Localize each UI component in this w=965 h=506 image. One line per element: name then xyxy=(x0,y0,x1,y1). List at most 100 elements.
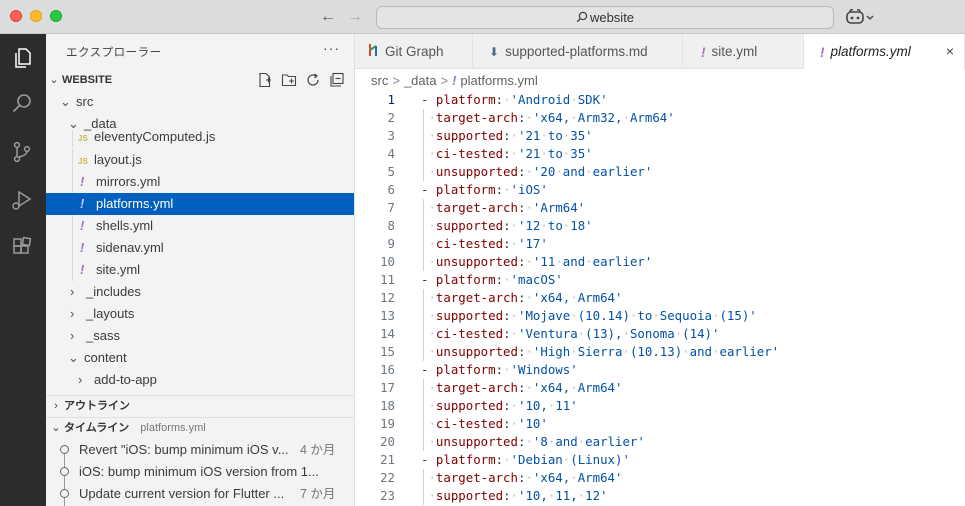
close-icon[interactable]: × xyxy=(946,34,954,69)
outline-section-header[interactable]: › アウトライン xyxy=(46,395,354,417)
tab-git-graph[interactable]: Git Graph xyxy=(355,34,473,69)
chevron-down-icon: ⌄ xyxy=(60,94,71,109)
tree-folder-includes[interactable]: › _includes xyxy=(46,281,354,303)
explorer-icon[interactable] xyxy=(8,44,36,72)
whitespace-marker: · xyxy=(421,218,436,233)
tree-file-eleventycomputed[interactable]: JS eleventyComputed.js xyxy=(46,130,354,147)
whitespace-marker: · xyxy=(503,92,511,107)
timeline-entry[interactable]: iOS: bump minimum iOS version from 1... xyxy=(46,461,354,483)
whitespace-marker: · xyxy=(421,470,436,485)
whitespace-marker: · xyxy=(622,110,630,125)
whitespace-marker: · xyxy=(570,380,578,395)
whitespace-marker: · xyxy=(525,254,533,269)
line-number: 5 xyxy=(387,164,395,179)
editor-tab-bar: Git Graph ⬇ supported-platforms.md ! site.… xyxy=(355,34,965,70)
whitespace-marker: · xyxy=(570,470,578,485)
timeline-time: 4 か月 xyxy=(300,443,336,457)
yaml-colon: : xyxy=(503,236,511,251)
code-editor[interactable]: 1 - platform:·'Android·SDK' 2 ·target-arch… xyxy=(355,90,965,506)
whitespace-marker: · xyxy=(503,362,511,377)
whitespace-marker: · xyxy=(682,344,690,359)
new-folder-icon[interactable] xyxy=(281,72,297,88)
tab-site-yml[interactable]: ! site.yml xyxy=(683,34,804,69)
tree-item-label: src xyxy=(76,94,94,109)
tree-folder-sass[interactable]: › _sass xyxy=(46,325,354,347)
tree-item-label: _layouts xyxy=(86,306,135,321)
command-center-search[interactable]: website xyxy=(376,6,834,29)
timeline-section-header[interactable]: ⌄ タイムライン platforms.yml xyxy=(46,417,354,439)
code-line: 2 ·target-arch:·'x64,·Arm32,·Arm64' xyxy=(355,109,965,127)
line-number: 9 xyxy=(387,236,395,251)
timeline-entry[interactable]: Update current version for Flutter ... 7… xyxy=(46,483,354,505)
tree-file-platforms[interactable]: ! platforms.yml xyxy=(46,193,354,215)
whitespace-marker: · xyxy=(547,434,556,449)
breadcrumb-item[interactable]: _data xyxy=(404,73,437,88)
source-control-icon[interactable] xyxy=(8,138,36,166)
code-line: 7 ·target-arch:·'Arm64' xyxy=(355,199,965,217)
code-line: 22 ·target-arch:·'x64,·Arm64' xyxy=(355,469,965,487)
line-number: 18 xyxy=(380,398,395,413)
code-text: ·target-arch:·'Arm64' xyxy=(421,199,585,217)
run-debug-icon[interactable] xyxy=(8,186,36,214)
code-line: 12 ·target-arch:·'x64,·Arm64' xyxy=(355,289,965,307)
yaml-colon: : xyxy=(503,218,511,233)
whitespace-marker: · xyxy=(421,416,436,431)
refresh-icon[interactable] xyxy=(305,72,321,88)
whitespace-marker: · xyxy=(421,290,436,305)
copilot-menu-button[interactable] xyxy=(845,8,877,26)
outline-label: アウトライン xyxy=(64,400,130,412)
forward-arrow-icon[interactable]: → xyxy=(345,7,365,27)
back-arrow-icon[interactable]: ← xyxy=(318,7,338,27)
js-file-icon: JS xyxy=(78,134,88,143)
whitespace-marker: · xyxy=(570,344,578,359)
tree-folder-add-to-app[interactable]: › add-to-app xyxy=(46,369,354,391)
tree-folder-src[interactable]: ⌄ src xyxy=(46,91,354,113)
tree-file-site[interactable]: ! site.yml xyxy=(46,259,354,281)
yaml-string: '10,·11' xyxy=(518,398,578,413)
tree-file-sidenav[interactable]: ! sidenav.yml xyxy=(46,237,354,259)
timeline-message: iOS: bump minimum iOS version from 1... xyxy=(79,464,319,479)
line-number: 13 xyxy=(380,308,395,323)
whitespace-marker: · xyxy=(585,164,593,179)
timeline-entry[interactable]: Revert "iOS: bump minimum iOS v... 4 か月 xyxy=(46,439,354,461)
more-actions-icon[interactable]: ··· xyxy=(323,40,340,56)
whitespace-marker: · xyxy=(555,254,563,269)
workspace-name: WEBSITE xyxy=(62,74,113,86)
tab-supported-platforms-md[interactable]: ⬇ supported-platforms.md xyxy=(473,34,683,69)
whitespace-marker: · xyxy=(585,254,593,269)
breadcrumb-item[interactable]: platforms.yml xyxy=(460,73,537,88)
tree-file-mirrors[interactable]: ! mirrors.yml xyxy=(46,171,354,193)
breadcrumb-item[interactable]: src xyxy=(371,73,388,88)
tree-file-shells[interactable]: ! shells.yml xyxy=(46,215,354,237)
tree-folder-layouts[interactable]: › _layouts xyxy=(46,303,354,325)
close-window-button[interactable] xyxy=(10,10,22,22)
line-number: 22 xyxy=(380,470,395,485)
whitespace-marker: · xyxy=(421,146,436,161)
code-text: - platform:·'Android·SDK' xyxy=(421,91,608,109)
yaml-string: 'Ventura·(13),·Sonoma·(14)' xyxy=(518,326,720,341)
yaml-dash: - xyxy=(421,452,436,467)
collapse-all-icon[interactable] xyxy=(329,72,345,88)
line-number: 21 xyxy=(380,452,395,467)
maximize-window-button[interactable] xyxy=(50,10,62,22)
code-line: 23 ·supported:·'10,·11,·12' xyxy=(355,487,965,505)
yaml-colon: : xyxy=(495,182,504,197)
new-file-icon[interactable] xyxy=(257,72,273,88)
tab-platforms-yml[interactable]: ! platforms.yml × xyxy=(804,34,965,70)
workspace-section-header[interactable]: ⌄ WEBSITE xyxy=(46,69,354,91)
tree-file-layout[interactable]: JS layout.js xyxy=(46,149,354,171)
code-line: 16 - platform:·'Windows' xyxy=(355,361,965,379)
line-number: 8 xyxy=(387,218,395,233)
line-number: 1 xyxy=(387,92,395,107)
js-file-icon: JS xyxy=(78,157,88,166)
code-text: ·unsupported:·'11·and·earlier' xyxy=(421,253,652,271)
search-view-icon[interactable] xyxy=(8,90,36,118)
extensions-icon[interactable] xyxy=(8,234,36,262)
tree-folder-content[interactable]: ⌄ content xyxy=(46,347,354,369)
timeline-message: Revert "iOS: bump minimum iOS v... xyxy=(79,442,289,457)
indent-guide xyxy=(72,237,73,259)
whitespace-marker: · xyxy=(510,218,518,233)
tree-item-label: content xyxy=(84,350,127,365)
timeline-label: タイムライン xyxy=(64,422,130,434)
minimize-window-button[interactable] xyxy=(30,10,42,22)
